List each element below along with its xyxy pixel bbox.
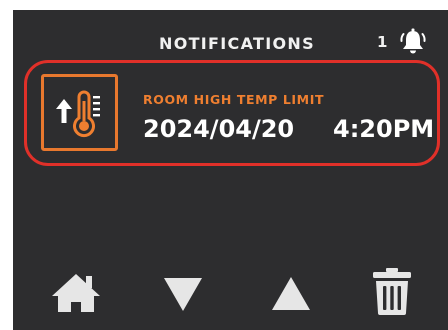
arrow-up-icon: [272, 277, 310, 310]
notification-title: ROOM HIGH TEMP LIMIT: [143, 92, 325, 107]
thermometer-rising-icon: [41, 74, 118, 151]
notification-screen: NOTIFICATIONS 1 ROOM HIGH TEMP LIMIT 202…: [13, 10, 448, 330]
notification-time: 4:20PM: [333, 115, 435, 143]
scroll-up-button[interactable]: [261, 260, 321, 320]
notification-card[interactable]: ROOM HIGH TEMP LIMIT 2024/04/20 4:20PM: [24, 60, 440, 166]
page-title: NOTIFICATIONS: [159, 34, 315, 53]
notification-count: 1: [377, 33, 388, 51]
scroll-down-button[interactable]: [153, 260, 213, 320]
bell-icon: [397, 26, 429, 58]
notification-date: 2024/04/20: [143, 115, 295, 143]
home-button[interactable]: [46, 260, 106, 320]
delete-button[interactable]: [362, 260, 422, 320]
trash-icon: [373, 268, 411, 315]
arrow-down-icon: [164, 278, 202, 311]
home-icon: [52, 274, 100, 312]
